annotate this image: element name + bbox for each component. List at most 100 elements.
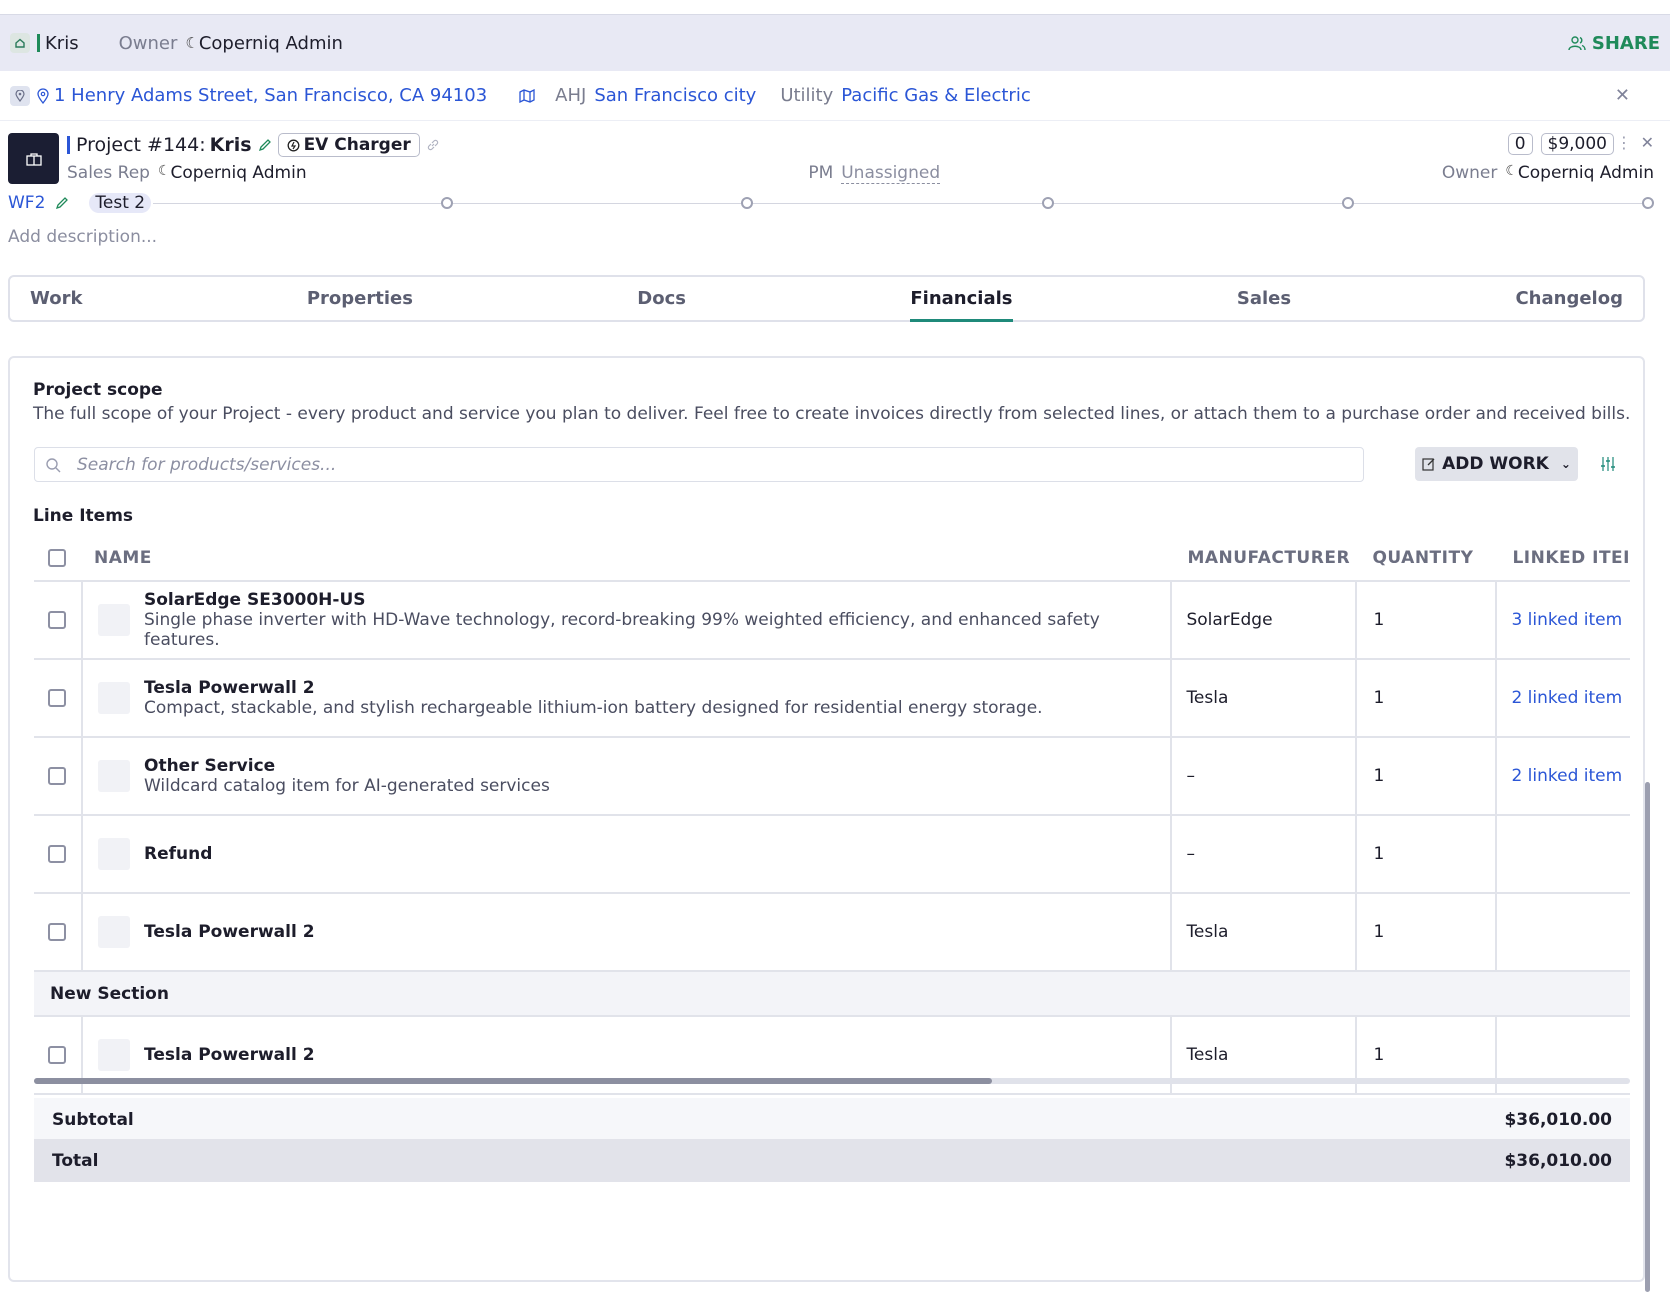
- quantity-cell[interactable]: 1: [1355, 893, 1497, 972]
- settings-sliders-icon[interactable]: [1600, 456, 1616, 472]
- total-value: $36,010.00: [1504, 1150, 1612, 1171]
- quantity-cell[interactable]: 1: [1355, 659, 1497, 738]
- top-border: [0, 0, 1670, 15]
- home-icon[interactable]: [10, 33, 30, 53]
- owner-name[interactable]: Coperniq Admin: [1518, 163, 1654, 184]
- select-all-checkbox[interactable]: [48, 549, 66, 567]
- location-icon[interactable]: [10, 85, 30, 106]
- item-name[interactable]: SolarEdge SE3000H-US: [144, 590, 1170, 610]
- pm-value[interactable]: Unassigned: [841, 163, 941, 184]
- item-name[interactable]: Tesla Powerwall 2: [144, 678, 1043, 698]
- name-cell: Refund: [80, 815, 1172, 894]
- edit-icon[interactable]: [258, 138, 272, 152]
- name-cell: Tesla Powerwall 2 Compact, stackable, and…: [80, 659, 1172, 738]
- tab-docs[interactable]: Docs: [637, 277, 686, 320]
- stage-dot[interactable]: [1041, 197, 1054, 209]
- table-row[interactable]: Refund – 1: [34, 815, 1630, 894]
- section-name[interactable]: New Section: [34, 971, 1630, 1017]
- table-row[interactable]: SolarEdge SE3000H-US Single phase inverte…: [34, 581, 1630, 660]
- linked-items-link[interactable]: 2 linked item: [1495, 659, 1630, 738]
- item-name[interactable]: Refund: [144, 844, 212, 864]
- tab-bar: Work Properties Docs Financials Sales Ch…: [8, 275, 1645, 322]
- tab-properties[interactable]: Properties: [307, 277, 413, 320]
- table-row[interactable]: Tesla Powerwall 2 Tesla 1: [34, 893, 1630, 972]
- link-icon[interactable]: [426, 138, 440, 152]
- col-linked-items[interactable]: LINKED ITEI: [1496, 536, 1630, 582]
- close-project-icon[interactable]: ✕: [1641, 133, 1654, 152]
- stage-dot[interactable]: [441, 197, 454, 209]
- address-link[interactable]: 1 Henry Adams Street, San Francisco, CA …: [54, 85, 487, 106]
- chevron-down-icon: ⌄: [1560, 457, 1571, 471]
- linked-items-link[interactable]: 3 linked item: [1495, 581, 1630, 660]
- edit-workflow-icon[interactable]: [55, 196, 69, 210]
- row-checkbox[interactable]: [48, 767, 66, 785]
- manufacturer-cell: Tesla: [1170, 659, 1357, 738]
- table-row[interactable]: Other Service Wildcard catalog item for A…: [34, 737, 1630, 816]
- image-placeholder-icon: [98, 916, 130, 948]
- section-row[interactable]: New Section: [34, 971, 1630, 1017]
- row-checkbox[interactable]: [48, 845, 66, 863]
- scrollbar-thumb[interactable]: [1645, 782, 1650, 1292]
- horizontal-scrollbar[interactable]: [34, 1078, 1630, 1084]
- utility-label: Utility: [780, 85, 834, 106]
- col-quantity[interactable]: QUANTITY: [1356, 536, 1497, 582]
- line-items-table: NAME MANUFACTURER QUANTITY LINKED ITEI S…: [34, 536, 1630, 1095]
- sales-rep-name[interactable]: Coperniq Admin: [171, 163, 307, 184]
- row-checkbox[interactable]: [48, 689, 66, 707]
- image-placeholder-icon: [98, 604, 130, 636]
- row-checkbox-cell: [34, 893, 82, 972]
- linked-items-cell: [1495, 815, 1630, 894]
- row-checkbox[interactable]: [48, 923, 66, 941]
- sales-rep-label: Sales Rep: [67, 163, 150, 183]
- tab-financials[interactable]: Financials: [910, 277, 1013, 322]
- row-checkbox[interactable]: [48, 1046, 66, 1064]
- tab-changelog[interactable]: Changelog: [1515, 277, 1623, 320]
- row-checkbox-cell: [34, 659, 82, 738]
- add-work-button[interactable]: ADD WORK ⌄: [1415, 447, 1578, 481]
- stage-dot[interactable]: [1341, 197, 1354, 209]
- search-input[interactable]: Search for products/services...: [34, 447, 1364, 482]
- tab-work[interactable]: Work: [30, 277, 82, 320]
- row-checkbox-cell: [34, 581, 82, 660]
- map-icon[interactable]: [519, 88, 535, 103]
- item-name[interactable]: Tesla Powerwall 2: [144, 922, 315, 942]
- project-people: Sales Rep ☾ Coperniq Admin PM Unassigned…: [67, 163, 1654, 184]
- table-row[interactable]: Tesla Powerwall 2 Compact, stackable, and…: [34, 659, 1630, 738]
- close-icon[interactable]: ✕: [1615, 85, 1630, 106]
- col-manufacturer[interactable]: MANUFACTURER: [1171, 536, 1357, 582]
- amount-badge[interactable]: $9,000: [1540, 133, 1614, 155]
- stage-dot[interactable]: [741, 197, 754, 209]
- description-field[interactable]: Add description...: [8, 227, 157, 247]
- stage-dot[interactable]: [1641, 197, 1654, 209]
- moon-icon: ☾: [185, 34, 199, 52]
- utility-link[interactable]: Pacific Gas & Electric: [841, 85, 1030, 106]
- project-logo: [8, 133, 59, 184]
- scope-title: Project scope: [33, 380, 163, 400]
- share-button[interactable]: SHARE: [1568, 33, 1660, 54]
- quantity-cell[interactable]: 1: [1355, 737, 1497, 816]
- scrollbar-thumb[interactable]: [34, 1078, 992, 1084]
- count-badge[interactable]: 0: [1507, 133, 1533, 155]
- quantity-cell[interactable]: 1: [1355, 581, 1497, 660]
- project-type-badge[interactable]: EV Charger: [277, 133, 420, 157]
- image-placeholder-icon: [98, 682, 130, 714]
- manufacturer-cell: –: [1170, 737, 1357, 816]
- total-row: Total $36,010.00: [34, 1139, 1630, 1182]
- stage-pill[interactable]: Test 2: [89, 193, 152, 213]
- quantity-cell[interactable]: 1: [1355, 815, 1497, 894]
- vertical-scrollbar[interactable]: [1645, 342, 1653, 1302]
- moon-icon: ☾: [1505, 163, 1518, 179]
- col-name[interactable]: NAME: [82, 536, 1172, 582]
- more-icon[interactable]: ⋮: [1616, 133, 1632, 152]
- linked-items-link[interactable]: 2 linked item: [1495, 737, 1630, 816]
- owner-name[interactable]: Coperniq Admin: [199, 33, 343, 54]
- workflow-link[interactable]: WF2: [8, 193, 45, 213]
- row-checkbox[interactable]: [48, 611, 66, 629]
- item-name[interactable]: Tesla Powerwall 2: [144, 1045, 315, 1065]
- item-name[interactable]: Other Service: [144, 756, 550, 776]
- add-work-label: ADD WORK: [1442, 454, 1549, 474]
- tab-sales[interactable]: Sales: [1237, 277, 1291, 320]
- subtotal-label: Subtotal: [52, 1109, 134, 1130]
- project-amounts: 0 $9,000: [1507, 133, 1614, 155]
- ahj-link[interactable]: San Francisco city: [594, 85, 756, 106]
